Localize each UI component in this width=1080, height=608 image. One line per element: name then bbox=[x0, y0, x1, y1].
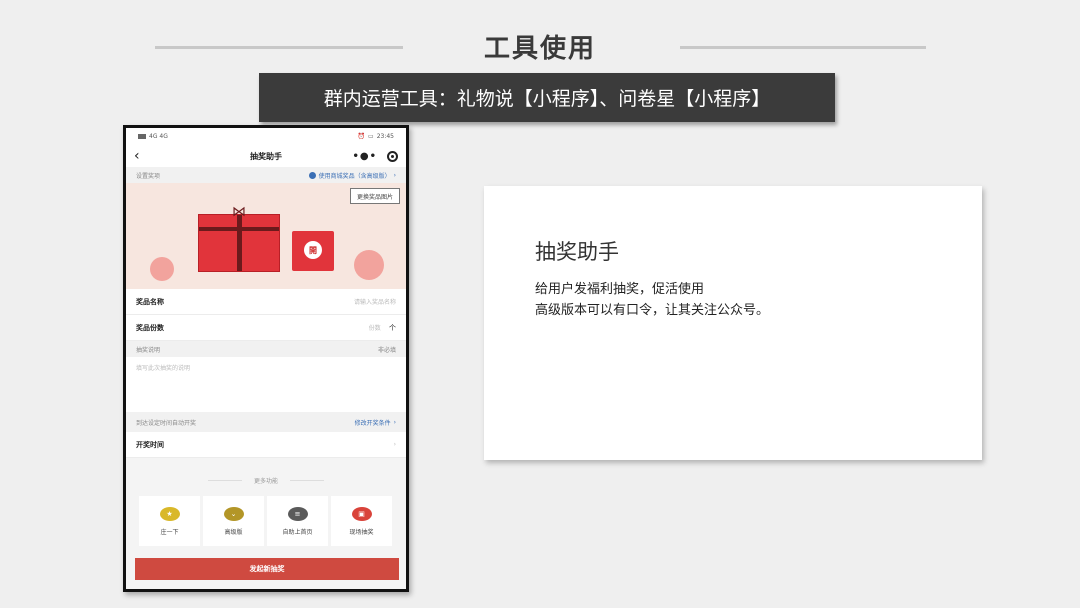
draw-condition-header: 到达设定时间自动开奖 修改开奖条件 › bbox=[126, 412, 406, 432]
info-title: 抽奖助手 bbox=[535, 240, 619, 264]
modify-condition-text: 修改开奖条件 bbox=[354, 419, 391, 427]
auto-draw-label: 到达设定时间自动开奖 bbox=[136, 419, 197, 427]
feature-card-3[interactable]: ≡ 自助上首页 bbox=[267, 496, 328, 546]
list-icon: ≡ bbox=[287, 506, 308, 521]
desc-label: 抽奖说明 bbox=[136, 346, 161, 354]
status-bar: 4G 4G ⏰ ▭ 23:45 bbox=[126, 128, 406, 145]
gift-bow-icon: ⋈ bbox=[232, 204, 246, 220]
prize-name-label: 奖品名称 bbox=[136, 297, 164, 306]
feature-card-1[interactable]: ★ 庄一下 bbox=[139, 496, 200, 546]
gift-box-image bbox=[198, 214, 280, 272]
star-icon: ★ bbox=[159, 506, 180, 521]
chevron-icon: ⌄ bbox=[223, 506, 244, 521]
phone-screenshot: 4G 4G ⏰ ▭ 23:45 ‹ 抽奖助手 •●• 设置奖项 使用商城奖品（含… bbox=[123, 125, 409, 592]
alarm-icon: ⏰ bbox=[357, 133, 366, 140]
feature-label: 现场抽奖 bbox=[349, 528, 374, 536]
subtitle-text: 群内运营工具：礼物说【小程序】、问卷星【小程序】 bbox=[323, 88, 771, 110]
prize-count-input[interactable]: 份数 bbox=[369, 325, 381, 332]
desc-optional: 非必填 bbox=[377, 346, 396, 354]
feature-label: 自助上首页 bbox=[282, 528, 313, 536]
prize-count-label: 奖品份数 bbox=[136, 323, 164, 332]
submit-label: 发起新抽奖 bbox=[249, 565, 285, 573]
more-dots-icon[interactable]: •●• bbox=[352, 151, 377, 162]
more-features-label: 更多功能 bbox=[253, 478, 278, 485]
red-envelope-image: 開 bbox=[292, 231, 334, 271]
more-features-title: 更多功能 bbox=[126, 476, 406, 485]
subtitle-bar: 群内运营工具：礼物说【小程序】、问卷星【小程序】 bbox=[259, 73, 835, 122]
feature-label: 庄一下 bbox=[160, 528, 179, 536]
change-prize-image-button[interactable]: 更换奖品图片 bbox=[349, 188, 400, 204]
shop-prize-link[interactable]: 使用商城奖品（含高级版） › bbox=[308, 171, 396, 180]
shop-icon bbox=[308, 171, 316, 179]
start-new-lottery-button[interactable]: 发起新抽奖 bbox=[135, 558, 399, 580]
feature-label: 高级版 bbox=[224, 528, 243, 536]
chevron-right-icon: › bbox=[393, 418, 396, 426]
close-target-icon[interactable] bbox=[387, 150, 398, 162]
draw-time-row[interactable]: 开奖时间 › bbox=[126, 432, 406, 458]
mini-program-capsule: •●• bbox=[352, 150, 398, 162]
feature-card-2[interactable]: ⌄ 高级版 bbox=[203, 496, 264, 546]
envelope-seal: 開 bbox=[304, 241, 322, 259]
desc-placeholder: 填写此次抽奖的说明 bbox=[136, 365, 191, 372]
back-arrow-icon[interactable]: ‹ bbox=[134, 149, 148, 163]
change-image-label: 更换奖品图片 bbox=[356, 193, 393, 201]
title-rule-right bbox=[680, 46, 926, 49]
signal-icon bbox=[138, 134, 146, 139]
description-textarea[interactable]: 填写此次抽奖的说明 bbox=[126, 357, 406, 412]
chevron-right-icon: › bbox=[393, 441, 396, 448]
info-line-1: 给用户发福利抽奖，促活使用 bbox=[535, 282, 705, 297]
nav-bar: ‹ 抽奖助手 •●• bbox=[126, 145, 406, 167]
modify-condition-link[interactable]: 修改开奖条件 › bbox=[355, 418, 396, 427]
shop-link-text: 使用商城奖品（含高级版） bbox=[318, 172, 391, 180]
settings-section-header: 设置奖项 使用商城奖品（含高级版） › bbox=[126, 167, 406, 183]
ticket-icon: ▣ bbox=[351, 506, 372, 521]
decor-ball-right bbox=[354, 250, 384, 280]
draw-time-label: 开奖时间 bbox=[136, 440, 164, 449]
decor-ball-left bbox=[150, 257, 174, 281]
feature-grid: ★ 庄一下 ⌄ 高级版 ≡ 自助上首页 ▣ 现场抽奖 bbox=[126, 496, 406, 546]
info-card: 抽奖助手 给用户发福利抽奖，促活使用 高级版本可以有口令，让其关注公众号。 bbox=[484, 186, 982, 460]
feature-card-4[interactable]: ▣ 现场抽奖 bbox=[331, 496, 392, 546]
network-label: 4G 4G bbox=[149, 133, 168, 140]
status-time: 23:45 bbox=[376, 133, 394, 140]
prize-count-unit: 个 bbox=[389, 323, 396, 332]
prize-name-input[interactable]: 请输入奖品名称 bbox=[354, 297, 396, 306]
description-section-header: 抽奖说明 非必填 bbox=[126, 341, 406, 357]
chevron-right-icon: › bbox=[393, 171, 396, 179]
settings-label: 设置奖项 bbox=[136, 172, 161, 180]
prize-count-row[interactable]: 奖品份数 份数 个 bbox=[126, 315, 406, 341]
info-line-2: 高级版本可以有口令，让其关注公众号。 bbox=[535, 303, 770, 318]
prize-image-banner: 更换奖品图片 ⋈ 開 bbox=[126, 183, 406, 289]
battery-icon: ▭ bbox=[368, 133, 374, 140]
prize-name-row[interactable]: 奖品名称 请输入奖品名称 bbox=[126, 289, 406, 315]
